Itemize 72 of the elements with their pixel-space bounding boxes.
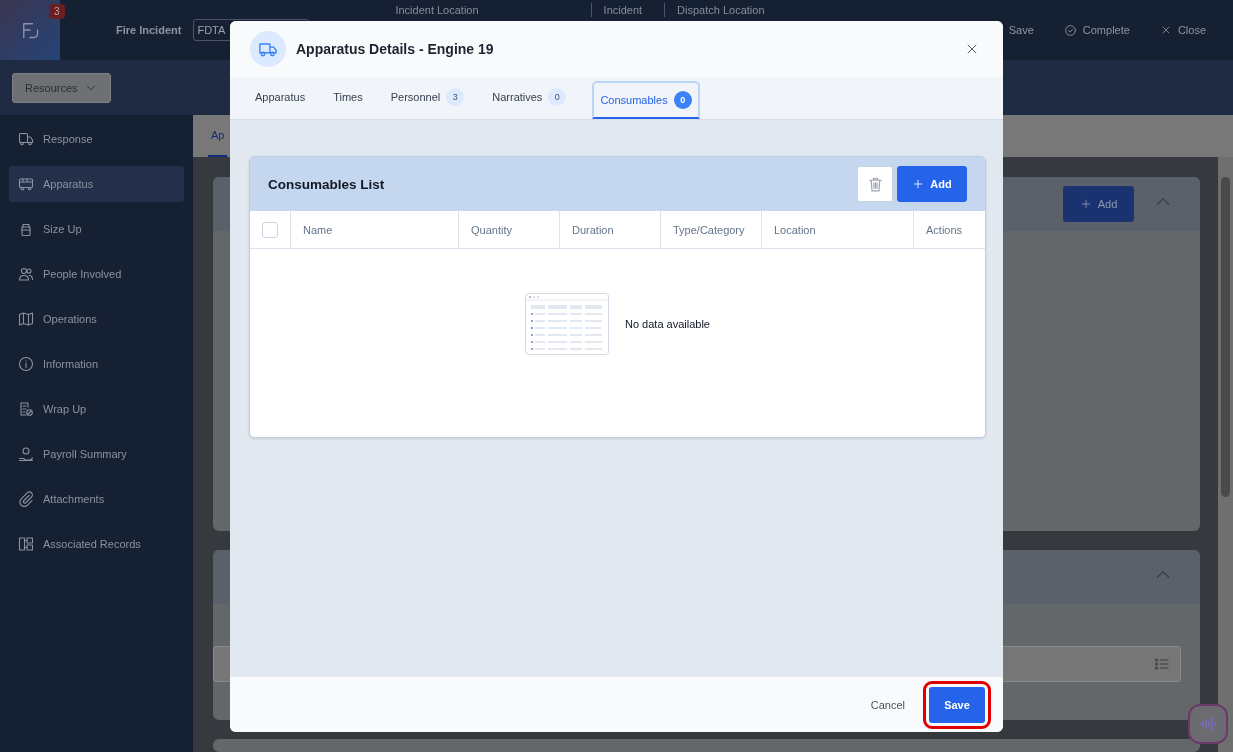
check-circle-icon xyxy=(1063,23,1077,37)
payment-icon xyxy=(18,446,34,462)
field-label: Incident Location xyxy=(394,3,480,17)
column-header: Type/Category xyxy=(660,211,761,248)
voice-assistant-button[interactable] xyxy=(1190,706,1226,742)
folders-icon xyxy=(18,536,34,552)
cancel-button[interactable]: Cancel xyxy=(866,692,909,717)
sidebar-label: People Involved xyxy=(43,268,122,280)
document-icon xyxy=(18,401,34,417)
map-icon xyxy=(18,311,34,327)
scrollbar[interactable] xyxy=(1218,157,1233,752)
close-icon xyxy=(965,42,979,56)
incident-type: Fire Incident xyxy=(116,24,182,36)
delete-button[interactable] xyxy=(857,166,893,202)
sidebar-label: Operations xyxy=(43,313,97,325)
sidebar-item[interactable]: Response xyxy=(9,121,184,157)
dialog-title: Apparatus Details - Engine 19 xyxy=(296,41,494,57)
column-header: Name xyxy=(290,211,458,248)
empty-table-icon xyxy=(525,293,609,355)
sidebar-label: Associated Records xyxy=(43,538,141,550)
count-badge: 3 xyxy=(446,88,465,106)
info-icon xyxy=(18,356,34,372)
field-label: Dispatch Location xyxy=(664,3,777,17)
logo-icon xyxy=(20,20,40,40)
list-icon xyxy=(1154,656,1170,672)
sidebar-label: Attachments xyxy=(43,493,105,505)
sidebar-item[interactable]: Operations xyxy=(9,301,184,337)
count-badge: 0 xyxy=(548,88,567,106)
dialog-tab[interactable]: Times xyxy=(321,77,375,119)
dialog-tab[interactable]: Personnel 3 xyxy=(378,77,477,119)
add-button[interactable]: Add xyxy=(897,166,967,202)
sidebar-label: Apparatus xyxy=(43,178,94,190)
column-header: Quantity xyxy=(458,211,559,248)
trash-icon xyxy=(866,175,884,193)
sidebar-item[interactable]: Attachments xyxy=(9,481,184,517)
header-action[interactable]: Complete xyxy=(1063,23,1130,37)
card-title: Consumables List xyxy=(268,176,385,192)
field-label: Incident xyxy=(590,3,655,17)
sidebar-item[interactable]: Payroll Summary xyxy=(9,436,184,472)
plus-icon xyxy=(912,178,925,190)
select-all-checkbox[interactable] xyxy=(262,221,278,238)
sidebar-item[interactable]: Apparatus xyxy=(9,166,184,202)
people-icon xyxy=(18,266,34,282)
sidebar-item[interactable]: People Involved xyxy=(9,256,184,292)
dialog-tab[interactable]: Apparatus xyxy=(243,77,318,119)
dialog-tab[interactable]: Narratives 0 xyxy=(480,77,579,119)
add-button[interactable]: Add xyxy=(1063,186,1134,222)
page-tab[interactable]: Ap xyxy=(208,115,228,157)
column-header: Location xyxy=(761,211,913,248)
column-header: Actions xyxy=(913,211,985,248)
header-action[interactable]: Save xyxy=(1008,23,1034,37)
count-badge: 0 xyxy=(673,91,692,109)
notification-badge: 3 xyxy=(49,4,65,19)
plus-icon xyxy=(1079,198,1092,210)
sidebar-label: Payroll Summary xyxy=(43,448,127,460)
empty-message: No data available xyxy=(625,318,710,330)
sidebar-item[interactable]: Wrap Up xyxy=(9,391,184,427)
waveform-icon xyxy=(1199,716,1217,732)
fire-truck-icon xyxy=(18,131,34,147)
cup-icon xyxy=(18,221,34,237)
sidebar-item[interactable]: Information xyxy=(9,346,184,382)
sidebar-item[interactable]: Size Up xyxy=(9,211,184,247)
sidebar-label: Response xyxy=(43,133,93,145)
sidebar-label: Information xyxy=(43,358,99,370)
paperclip-icon xyxy=(18,491,34,507)
sidebar-item[interactable]: Associated Records xyxy=(9,526,184,562)
truck-icon xyxy=(18,176,34,192)
sidebar-label: Size Up xyxy=(43,223,82,235)
resources-dropdown[interactable]: Resources xyxy=(12,72,111,103)
column-header: Duration xyxy=(559,211,660,248)
sidebar-label: Wrap Up xyxy=(43,403,87,415)
header-action[interactable]: Close xyxy=(1159,23,1206,37)
